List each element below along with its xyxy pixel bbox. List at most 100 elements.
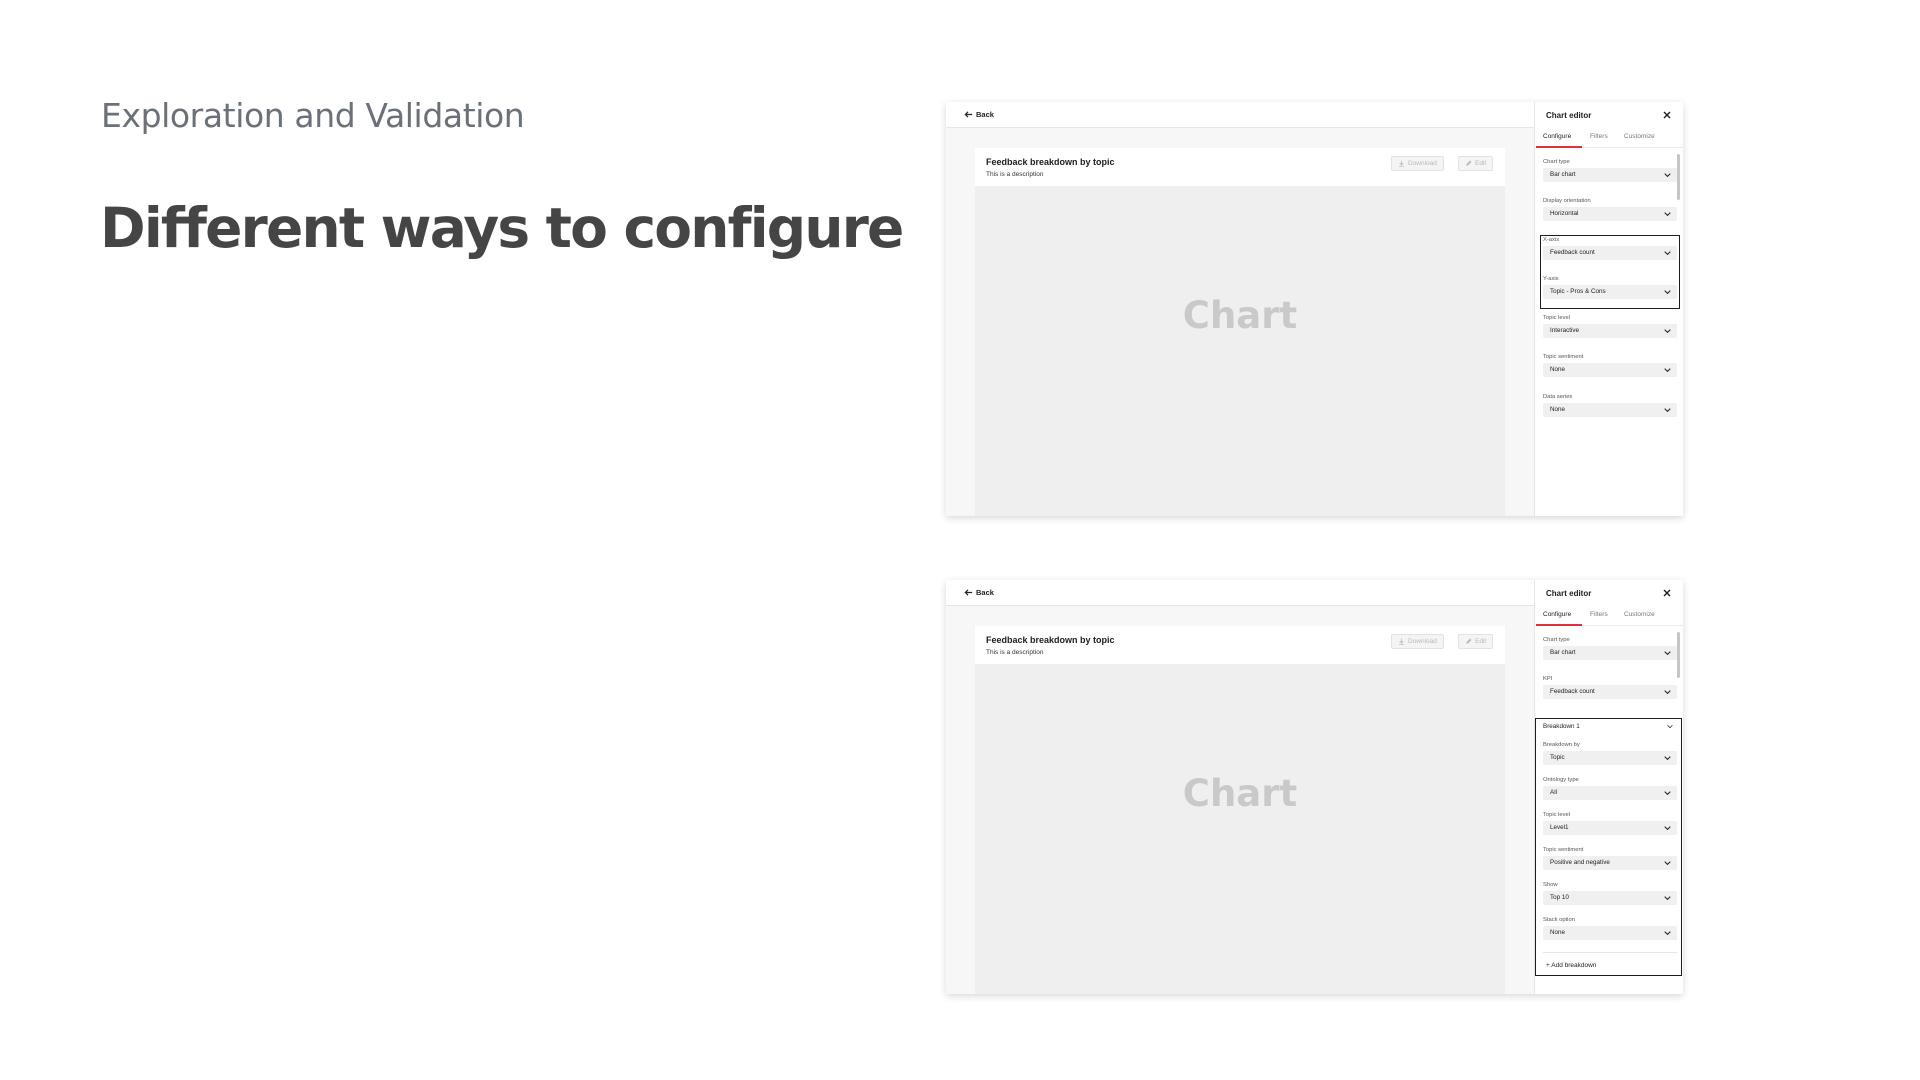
chart-description: This is a description — [986, 171, 1044, 178]
edit-label: Edit — [1475, 160, 1487, 167]
topic-level-select[interactable]: Interactive — [1543, 324, 1677, 338]
breakdown-divider — [1543, 952, 1677, 953]
panel-title: Chart editor — [1546, 589, 1592, 598]
display-orientation-label: Display orientation — [1543, 198, 1591, 204]
chevron-down-icon — [1664, 212, 1671, 217]
topic-level-label: Topic level — [1543, 812, 1571, 818]
chart-type-select[interactable]: Bar chart — [1543, 646, 1677, 660]
download-button[interactable]: Download — [1391, 156, 1444, 171]
tab-customize[interactable]: Customize — [1624, 133, 1655, 140]
chart-title: Feedback breakdown by topic — [986, 157, 1115, 167]
chevron-down-icon — [1664, 368, 1671, 373]
display-orientation-select[interactable]: Horizontal — [1543, 207, 1677, 221]
x-axis-select[interactable]: Feedback count — [1543, 246, 1677, 260]
pencil-icon — [1466, 160, 1472, 166]
edit-button[interactable]: Edit — [1458, 156, 1494, 171]
tab-filters[interactable]: Filters — [1590, 611, 1608, 618]
topic-sentiment-select[interactable]: Positive and negative — [1543, 856, 1677, 870]
chart-title: Feedback breakdown by topic — [986, 635, 1115, 645]
active-tab-indicator — [1536, 146, 1582, 148]
arrow-left-icon — [964, 589, 973, 596]
stack-option-select[interactable]: None — [1543, 926, 1677, 940]
chart-card-header: Feedback breakdown by topic This is a de… — [975, 626, 1505, 664]
chart-editor-panel: Chart editor Configure Filters Customize… — [1534, 580, 1683, 994]
chart-type-label: Chart type — [1543, 159, 1570, 165]
stack-option-label: Stack option — [1543, 917, 1575, 923]
breakdown-by-select[interactable]: Topic — [1543, 751, 1677, 765]
kpi-select[interactable]: Feedback count — [1543, 685, 1677, 699]
chart-editor-panel: Chart editor Configure Filters Customize… — [1534, 102, 1683, 516]
topic-sentiment-label: Topic sentiment — [1543, 847, 1584, 853]
chart-editor-screenshot-2: Back Feedback breakdown by topic This is… — [946, 580, 1683, 994]
chevron-down-icon — [1664, 651, 1671, 656]
chevron-down-icon — [1664, 290, 1671, 295]
chart-card-header: Feedback breakdown by topic This is a de… — [975, 148, 1505, 186]
x-axis-value: Feedback count — [1550, 249, 1595, 256]
chevron-down-icon — [1664, 931, 1671, 936]
pencil-icon — [1466, 638, 1472, 644]
chevron-down-icon — [1664, 896, 1671, 901]
chevron-down-icon — [1664, 408, 1671, 413]
download-icon — [1399, 160, 1404, 167]
editor-tabs: Configure Filters Customize — [1535, 128, 1683, 148]
tab-configure[interactable]: Configure — [1543, 611, 1571, 618]
chart-type-value: Bar chart — [1550, 171, 1576, 178]
chevron-down-icon — [1664, 690, 1671, 695]
back-label: Back — [976, 588, 994, 597]
show-select[interactable]: Top 10 — [1543, 891, 1677, 905]
kpi-value: Feedback count — [1550, 688, 1595, 695]
topic-sentiment-label: Topic sentiment — [1543, 354, 1584, 360]
chart-placeholder: Chart — [1182, 294, 1298, 337]
chevron-down-icon — [1664, 791, 1671, 796]
close-icon[interactable] — [1662, 110, 1672, 120]
arrow-left-icon — [964, 111, 973, 118]
chevron-down-icon[interactable] — [1667, 724, 1673, 729]
tab-customize[interactable]: Customize — [1624, 611, 1655, 618]
chevron-down-icon — [1664, 826, 1671, 831]
chart-card: Feedback breakdown by topic This is a de… — [975, 626, 1505, 994]
back-button[interactable]: Back — [964, 110, 994, 119]
show-label: Show — [1543, 882, 1558, 888]
slide-subtitle: Exploration and Validation — [101, 96, 525, 135]
panel-title: Chart editor — [1546, 111, 1592, 120]
y-axis-select[interactable]: Topic - Pros & Cons — [1543, 285, 1677, 299]
chart-placeholder: Chart — [1182, 772, 1298, 815]
topic-level-select[interactable]: Level1 — [1543, 821, 1677, 835]
topic-level-label: Topic level — [1543, 315, 1571, 321]
y-axis-value: Topic - Pros & Cons — [1550, 288, 1606, 295]
display-orientation-value: Horizontal — [1550, 210, 1579, 217]
breakdown-by-label: Breakdown by — [1543, 742, 1580, 748]
data-series-value: None — [1550, 406, 1566, 413]
data-series-select[interactable]: None — [1543, 403, 1677, 417]
topic-sentiment-value: Positive and negative — [1550, 859, 1610, 866]
chevron-down-icon — [1664, 173, 1671, 178]
slide-title: Different ways to configure — [100, 196, 904, 260]
add-breakdown-button[interactable]: + Add breakdown — [1546, 962, 1596, 969]
chevron-down-icon — [1664, 756, 1671, 761]
close-icon[interactable] — [1662, 588, 1672, 598]
back-label: Back — [976, 110, 994, 119]
edit-button[interactable]: Edit — [1458, 634, 1494, 649]
chart-type-label: Chart type — [1543, 637, 1570, 643]
back-button[interactable]: Back — [964, 588, 994, 597]
chart-type-value: Bar chart — [1550, 649, 1576, 656]
tab-filters[interactable]: Filters — [1590, 133, 1608, 140]
chevron-down-icon — [1664, 251, 1671, 256]
chart-type-select[interactable]: Bar chart — [1543, 168, 1677, 182]
breakdown-title[interactable]: Breakdown 1 — [1543, 723, 1580, 730]
kpi-label: KPI — [1543, 676, 1553, 682]
y-axis-label: Y-axis — [1543, 276, 1559, 282]
download-label: Download — [1408, 638, 1437, 645]
panel-scrollbar[interactable] — [1677, 632, 1680, 678]
chevron-down-icon — [1664, 329, 1671, 334]
download-button[interactable]: Download — [1391, 634, 1444, 649]
editor-tabs: Configure Filters Customize — [1535, 606, 1683, 626]
breakdown-by-value: Topic — [1550, 754, 1565, 761]
data-series-label: Data series — [1543, 394, 1573, 400]
tab-configure[interactable]: Configure — [1543, 133, 1571, 140]
topic-sentiment-select[interactable]: None — [1543, 363, 1677, 377]
active-tab-indicator — [1536, 624, 1582, 626]
ontology-type-select[interactable]: All — [1543, 786, 1677, 800]
download-label: Download — [1408, 160, 1437, 167]
panel-scrollbar[interactable] — [1677, 154, 1680, 200]
